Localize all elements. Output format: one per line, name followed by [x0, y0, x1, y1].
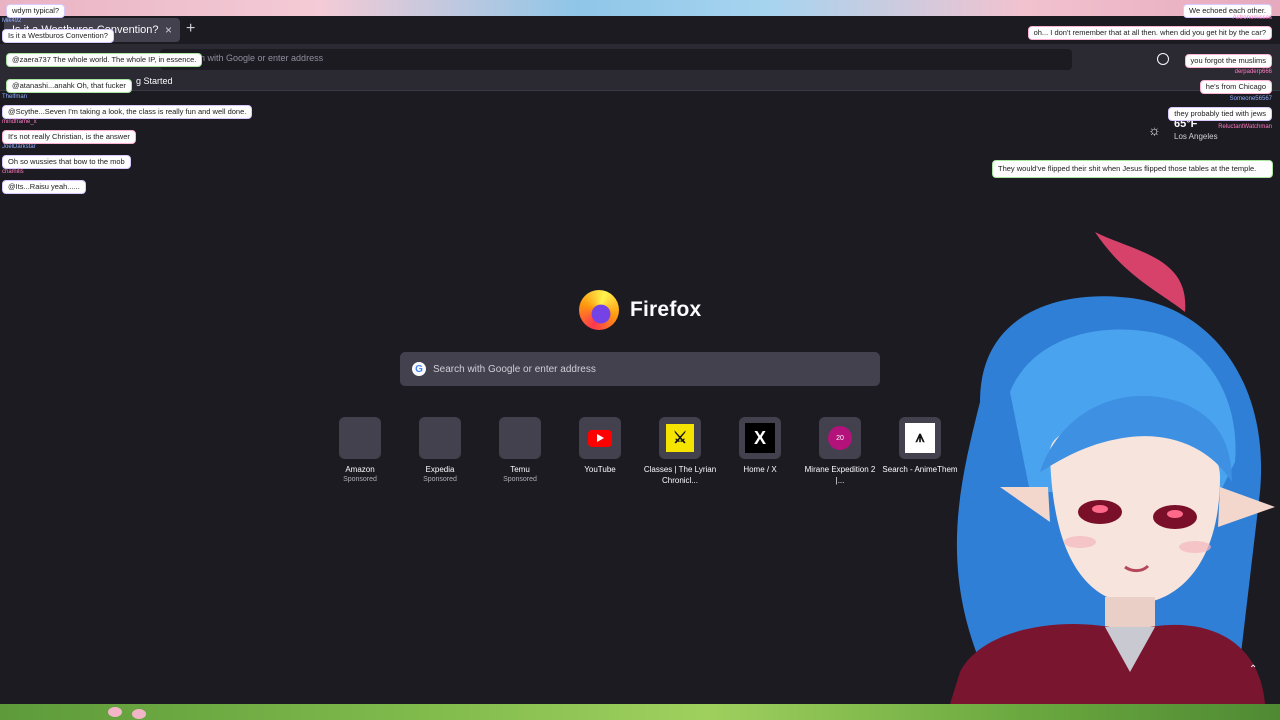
- site-tile: 20: [819, 417, 861, 459]
- top-site-youtube[interactable]: YouTube: [560, 417, 640, 475]
- chat-username: Astronomisses: [1232, 15, 1272, 21]
- site-tile: X: [739, 417, 781, 459]
- mirane-badge-icon: 20: [828, 426, 852, 450]
- account-icon[interactable]: [1157, 53, 1169, 65]
- chat-message: They would've flipped their shit when Je…: [992, 160, 1273, 178]
- site-label: Mirane Expedition 2 |...: [804, 465, 876, 485]
- chat-message: Someone56567 they probably tied with jew…: [1168, 96, 1272, 121]
- sponsored-label: Sponsored: [343, 476, 377, 483]
- site-label: Home / X: [743, 465, 777, 474]
- chat-message: you forgot the muslims: [1184, 50, 1272, 68]
- weather-city: Los Angeles: [1174, 132, 1218, 141]
- chat-message: @zaera737 The whole world. The whole IP,…: [6, 49, 203, 67]
- chat-message: chamilis @Its...Raisu yeah......: [2, 169, 86, 194]
- blossom-decoration: [108, 707, 122, 717]
- chat-username: derpaderp666: [1234, 69, 1272, 75]
- chat-text: wdym typical?: [6, 4, 66, 18]
- chat-text: they probably tied with jews: [1168, 107, 1272, 121]
- chat-text: Oh so wussies that bow to the mob: [2, 155, 131, 169]
- vtuber-avatar: [950, 232, 1275, 704]
- top-site-x[interactable]: X Home / X: [720, 417, 800, 475]
- chat-message: mindframe_x It's not really Christian, i…: [2, 119, 136, 144]
- chat-username: chamilis: [2, 169, 24, 175]
- eye-shine: [1167, 510, 1183, 518]
- brand-wordmark: Firefox: [630, 298, 702, 321]
- chat-text: It's not really Christian, is the answer: [2, 130, 136, 144]
- chat-text: @Its...Raisu yeah......: [2, 180, 86, 194]
- chat-username: Thelfman: [2, 94, 28, 100]
- firefox-brand: Firefox: [579, 290, 701, 330]
- stream-background-bottom: [0, 704, 1280, 720]
- firefox-logo-icon: [579, 290, 619, 330]
- chat-text: @zaera737 The whole world. The whole IP,…: [6, 53, 203, 67]
- search-placeholder: Search with Google or enter address: [433, 363, 596, 375]
- youtube-icon: [588, 429, 612, 447]
- bookmarks-toolbar: g Started: [0, 74, 1280, 91]
- chat-text: he's from Chicago: [1199, 80, 1272, 94]
- address-placeholder: h with Google or enter address: [200, 53, 324, 63]
- eye-shine: [1092, 505, 1108, 513]
- chevron-up-icon[interactable]: ⌃: [1249, 664, 1257, 675]
- chat-message: Mik492 Is it a Westburos Convention?: [2, 18, 114, 43]
- top-site-mirane[interactable]: 20 Mirane Expedition 2 |...: [800, 417, 880, 486]
- chat-message: ReluctantWatchman: [1218, 124, 1272, 131]
- chat-message: derpaderp666 he's from Chicago: [1199, 69, 1272, 94]
- chat-username: Mik492: [2, 18, 22, 24]
- top-site-temu[interactable]: Temu Sponsored: [480, 417, 560, 485]
- top-site-expedia[interactable]: Expedia Sponsored: [400, 417, 480, 485]
- bookmark-getting-started[interactable]: g Started: [136, 76, 173, 86]
- sponsored-label: Sponsored: [423, 476, 457, 483]
- chat-username: JoelDarkstar: [2, 144, 36, 150]
- stream-background-top: [0, 0, 1280, 16]
- chat-message: Astronomisses oh... I don't remember tha…: [1027, 15, 1272, 40]
- chat-text: Is it a Westburos Convention?: [2, 29, 114, 43]
- chat-text: They would've flipped their shit when Je…: [992, 160, 1273, 178]
- site-tile: [339, 417, 381, 459]
- site-label: YouTube: [584, 465, 616, 474]
- lyrian-chronicles-icon: ⚔: [666, 424, 694, 452]
- x-logo-icon: X: [745, 423, 775, 453]
- google-icon: G: [412, 362, 426, 376]
- chat-username: Someone56567: [1229, 96, 1272, 102]
- search-input[interactable]: G Search with Google or enter address: [400, 352, 880, 386]
- site-tile: ⚔: [659, 417, 701, 459]
- chat-username: ReluctantWatchman: [1218, 124, 1272, 130]
- sponsored-label: Sponsored: [503, 476, 537, 483]
- site-label: Amazon: [345, 465, 375, 474]
- blush: [1064, 536, 1096, 548]
- new-tab-button[interactable]: +: [186, 20, 195, 38]
- top-site-lyrian[interactable]: ⚔ Classes | The Lyrian Chronicl...: [640, 417, 720, 486]
- site-tile: [419, 417, 461, 459]
- chat-username: mindframe_x: [2, 119, 37, 125]
- address-bar[interactable]: h with Google or enter address: [160, 49, 1072, 70]
- chat-text: @Scythe...Seven I'm taking a look, the c…: [2, 105, 253, 119]
- chat-text: @atanashi...anahk Oh, that fucker: [6, 79, 132, 93]
- chat-message: Thelfman @Scythe...Seven I'm taking a lo…: [2, 94, 253, 119]
- site-tile: [579, 417, 621, 459]
- chat-message: JoelDarkstar Oh so wussies that bow to t…: [2, 144, 131, 169]
- site-label: Temu: [510, 465, 530, 474]
- site-label: Expedia: [425, 465, 455, 474]
- chat-text: oh... I don't remember that at all then.…: [1027, 26, 1272, 40]
- chat-text: you forgot the muslims: [1184, 54, 1272, 68]
- site-tile: [499, 417, 541, 459]
- site-label: Classes | The Lyrian Chronicl...: [643, 465, 717, 485]
- chat-message: @atanashi...anahk Oh, that fucker: [6, 75, 132, 93]
- sun-icon: ☼: [1148, 122, 1161, 138]
- top-site-amazon[interactable]: Amazon Sponsored: [320, 417, 400, 485]
- blossom-decoration: [132, 709, 146, 719]
- chat-message: wdym typical?: [6, 0, 66, 18]
- blush: [1179, 541, 1211, 553]
- close-icon[interactable]: ×: [165, 23, 172, 37]
